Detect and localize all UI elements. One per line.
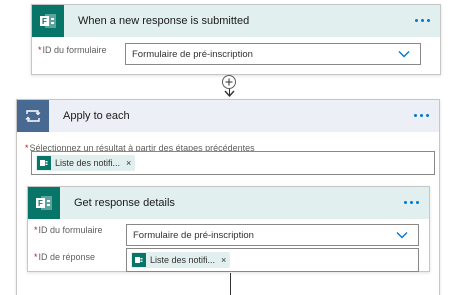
- more-icon[interactable]: [413, 13, 432, 27]
- response-id-input[interactable]: Liste des notifi... ×: [126, 248, 419, 272]
- dynamic-content-token[interactable]: Liste des notifi... ×: [131, 252, 231, 268]
- chevron-down-icon: [398, 51, 410, 58]
- token-label: Liste des notifi...: [55, 158, 121, 168]
- get-response-details-title: Get response details: [74, 197, 175, 209]
- add-step-button[interactable]: [222, 75, 236, 89]
- trigger-body: *ID du formulaire Formulaire de pré-insc…: [32, 37, 440, 75]
- get-response-details-card[interactable]: F Get response details *ID du formulaire…: [27, 186, 430, 272]
- more-icon[interactable]: [402, 195, 421, 209]
- svg-text:F: F: [38, 199, 43, 208]
- connector-line-next: [230, 273, 231, 295]
- loop-icon: [17, 100, 49, 132]
- select-output-input[interactable]: Liste des notifi... ×: [31, 151, 435, 175]
- dynamic-content-token[interactable]: Liste des notifi... ×: [36, 155, 136, 171]
- get-response-details-body: *ID du formulaire Formulaire de pré-insc…: [28, 219, 429, 273]
- form-id-label: *ID du formulaire: [38, 45, 107, 55]
- arrow-down-icon: [224, 90, 235, 98]
- apply-to-each-header[interactable]: Apply to each: [17, 100, 439, 132]
- chevron-down-icon: [396, 232, 408, 239]
- svg-text:F: F: [42, 17, 47, 26]
- get-response-details-header[interactable]: F Get response details: [28, 187, 429, 219]
- trigger-card[interactable]: F When a new response is submitted *ID d…: [31, 4, 441, 75]
- token-remove-button[interactable]: ×: [126, 158, 131, 168]
- more-icon[interactable]: [412, 108, 431, 122]
- form-select-value: Formulaire de pré-inscription: [132, 48, 253, 60]
- response-id-label: *ID de réponse: [34, 252, 96, 262]
- forms-icon: F: [32, 5, 64, 37]
- apply-to-each-title: Apply to each: [63, 110, 130, 122]
- form-select[interactable]: Formulaire de pré-inscription: [126, 224, 419, 246]
- plus-icon: [225, 78, 233, 86]
- forms-icon: F: [28, 187, 60, 219]
- forms-icon: [132, 253, 146, 267]
- forms-icon: [37, 156, 51, 170]
- token-label: Liste des notifi...: [150, 255, 216, 265]
- form-id-label: *ID du formulaire: [34, 225, 103, 235]
- token-remove-button[interactable]: ×: [221, 255, 226, 265]
- form-select[interactable]: Formulaire de pré-inscription: [125, 43, 421, 65]
- apply-to-each-card[interactable]: Apply to each *Sélectionnez un résultat …: [16, 99, 440, 295]
- form-select-value: Formulaire de pré-inscription: [133, 229, 254, 241]
- trigger-title: When a new response is submitted: [78, 15, 250, 27]
- trigger-header[interactable]: F When a new response is submitted: [32, 5, 440, 37]
